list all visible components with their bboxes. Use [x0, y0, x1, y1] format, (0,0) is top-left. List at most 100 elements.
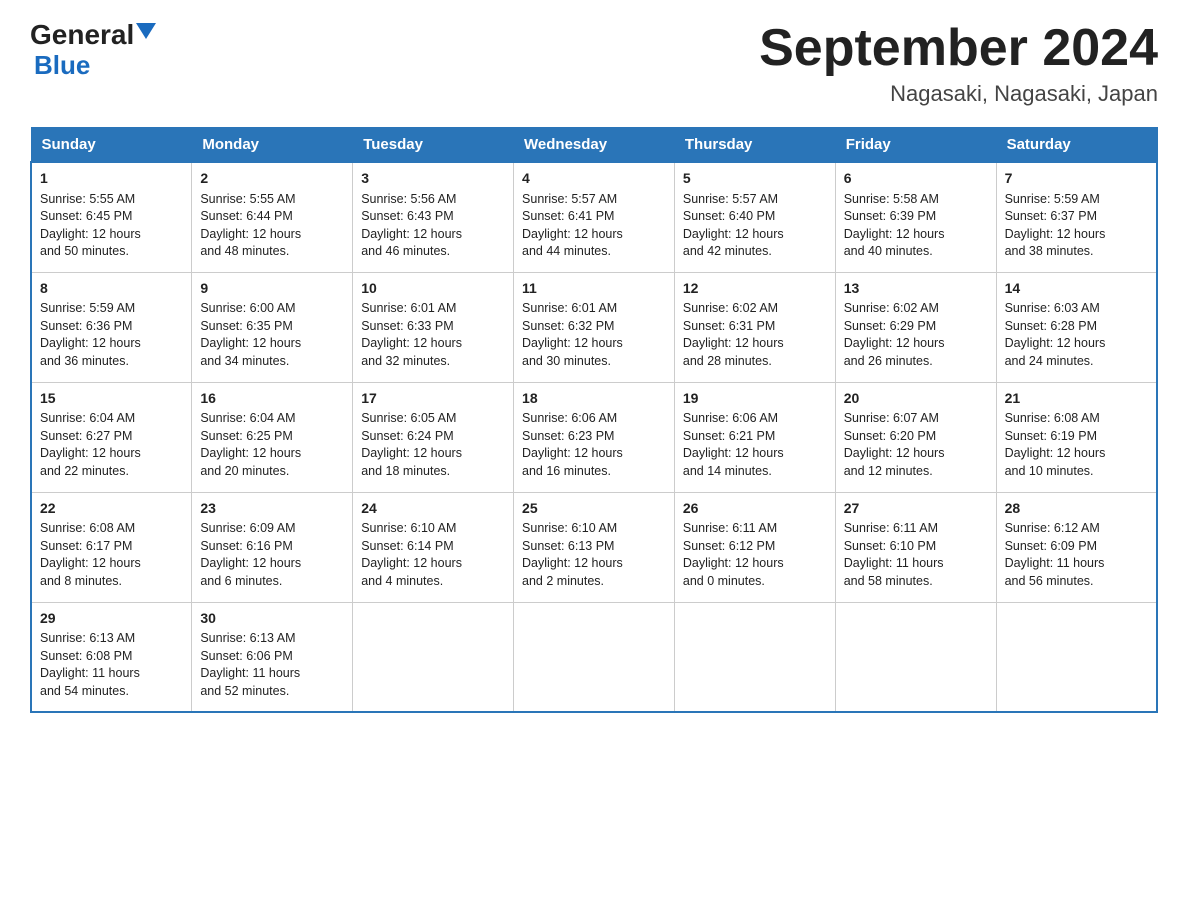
sunset-text: Sunset: 6:44 PM — [200, 209, 292, 223]
day-number: 27 — [844, 499, 988, 519]
sunset-text: Sunset: 6:39 PM — [844, 209, 936, 223]
logo-triangle-icon — [136, 23, 156, 39]
header-cell-tuesday: Tuesday — [353, 128, 514, 163]
day-number: 29 — [40, 609, 183, 629]
day-number: 3 — [361, 169, 505, 189]
daylight-text: Daylight: 11 hoursand 58 minutes. — [844, 556, 944, 588]
sunrise-text: Sunrise: 5:59 AM — [1005, 192, 1100, 206]
day-number: 21 — [1005, 389, 1148, 409]
daylight-text: Daylight: 12 hoursand 40 minutes. — [844, 227, 945, 259]
day-number: 15 — [40, 389, 183, 409]
sunset-text: Sunset: 6:14 PM — [361, 539, 453, 553]
calendar-table: SundayMondayTuesdayWednesdayThursdayFrid… — [30, 127, 1158, 713]
calendar-week-4: 22Sunrise: 6:08 AMSunset: 6:17 PMDayligh… — [31, 492, 1157, 602]
sunrise-text: Sunrise: 5:57 AM — [683, 192, 778, 206]
sunrise-text: Sunrise: 6:06 AM — [522, 411, 617, 425]
sunrise-text: Sunrise: 6:03 AM — [1005, 301, 1100, 315]
month-title: September 2024 — [759, 20, 1158, 77]
sunrise-text: Sunrise: 6:02 AM — [844, 301, 939, 315]
sunrise-text: Sunrise: 6:12 AM — [1005, 521, 1100, 535]
daylight-text: Daylight: 12 hoursand 16 minutes. — [522, 446, 623, 478]
daylight-text: Daylight: 12 hoursand 20 minutes. — [200, 446, 301, 478]
title-block: September 2024 Nagasaki, Nagasaki, Japan — [759, 20, 1158, 107]
day-number: 1 — [40, 169, 183, 189]
sunset-text: Sunset: 6:08 PM — [40, 649, 132, 663]
day-number: 7 — [1005, 169, 1148, 189]
daylight-text: Daylight: 12 hoursand 44 minutes. — [522, 227, 623, 259]
calendar-cell: 4 Sunrise: 5:57 AM Sunset: 6:41 PM Daylight… — [514, 162, 675, 272]
sunrise-text: Sunrise: 5:57 AM — [522, 192, 617, 206]
calendar-cell: 12Sunrise: 6:02 AMSunset: 6:31 PMDayligh… — [674, 272, 835, 382]
daylight-text: Daylight: 12 hoursand 8 minutes. — [40, 556, 141, 588]
day-number: 19 — [683, 389, 827, 409]
day-number: 20 — [844, 389, 988, 409]
sunset-text: Sunset: 6:28 PM — [1005, 319, 1097, 333]
sunrise-text: Sunrise: 6:08 AM — [1005, 411, 1100, 425]
calendar-cell: 24Sunrise: 6:10 AMSunset: 6:14 PMDayligh… — [353, 492, 514, 602]
daylight-text: Daylight: 12 hoursand 36 minutes. — [40, 336, 141, 368]
calendar-cell: 30Sunrise: 6:13 AMSunset: 6:06 PMDayligh… — [192, 602, 353, 712]
calendar-cell: 26Sunrise: 6:11 AMSunset: 6:12 PMDayligh… — [674, 492, 835, 602]
daylight-text: Daylight: 12 hoursand 46 minutes. — [361, 227, 462, 259]
day-number: 16 — [200, 389, 344, 409]
header-cell-friday: Friday — [835, 128, 996, 163]
day-number: 30 — [200, 609, 344, 629]
calendar-cell: 17Sunrise: 6:05 AMSunset: 6:24 PMDayligh… — [353, 382, 514, 492]
day-number: 11 — [522, 279, 666, 299]
calendar-cell: 16Sunrise: 6:04 AMSunset: 6:25 PMDayligh… — [192, 382, 353, 492]
daylight-text: Daylight: 12 hoursand 48 minutes. — [200, 227, 301, 259]
calendar-cell: 21Sunrise: 6:08 AMSunset: 6:19 PMDayligh… — [996, 382, 1157, 492]
sunrise-text: Sunrise: 6:10 AM — [522, 521, 617, 535]
calendar-body: 1 Sunrise: 5:55 AM Sunset: 6:45 PM Daylight… — [31, 162, 1157, 712]
day-number: 8 — [40, 279, 183, 299]
day-number: 23 — [200, 499, 344, 519]
header-cell-monday: Monday — [192, 128, 353, 163]
sunset-text: Sunset: 6:40 PM — [683, 209, 775, 223]
day-number: 4 — [522, 169, 666, 189]
sunset-text: Sunset: 6:45 PM — [40, 209, 132, 223]
day-number: 24 — [361, 499, 505, 519]
daylight-text: Daylight: 12 hoursand 10 minutes. — [1005, 446, 1106, 478]
calendar-cell: 3Sunrise: 5:56 AMSunset: 6:43 PMDaylight… — [353, 162, 514, 272]
location-title: Nagasaki, Nagasaki, Japan — [759, 81, 1158, 107]
sunset-text: Sunset: 6:27 PM — [40, 429, 132, 443]
sunset-text: Sunset: 6:25 PM — [200, 429, 292, 443]
sunrise-text: Sunrise: 5:58 AM — [844, 192, 939, 206]
sunrise-text: Sunrise: 6:13 AM — [200, 631, 295, 645]
calendar-cell: 28Sunrise: 6:12 AMSunset: 6:09 PMDayligh… — [996, 492, 1157, 602]
daylight-text: Daylight: 12 hoursand 24 minutes. — [1005, 336, 1106, 368]
daylight-text: Daylight: 12 hoursand 18 minutes. — [361, 446, 462, 478]
daylight-text: Daylight: 12 hoursand 14 minutes. — [683, 446, 784, 478]
calendar-week-2: 8Sunrise: 5:59 AMSunset: 6:36 PMDaylight… — [31, 272, 1157, 382]
logo-general: General — [30, 20, 134, 51]
day-number: 17 — [361, 389, 505, 409]
calendar-cell: 29 Sunrise: 6:13 AM Sunset: 6:08 PM Dayligh… — [31, 602, 192, 712]
daylight-text: Daylight: 12 hoursand 38 minutes. — [1005, 227, 1106, 259]
daylight-text: Daylight: 11 hoursand 54 minutes. — [40, 666, 140, 698]
header-cell-saturday: Saturday — [996, 128, 1157, 163]
sunrise-text: Sunrise: 5:55 AM — [200, 192, 295, 206]
sunset-text: Sunset: 6:35 PM — [200, 319, 292, 333]
calendar-cell: 11Sunrise: 6:01 AMSunset: 6:32 PMDayligh… — [514, 272, 675, 382]
sunset-text: Sunset: 6:41 PM — [522, 209, 614, 223]
sunrise-text: Sunrise: 6:06 AM — [683, 411, 778, 425]
sunrise-text: Sunrise: 6:02 AM — [683, 301, 778, 315]
calendar-cell — [674, 602, 835, 712]
calendar-header: SundayMondayTuesdayWednesdayThursdayFrid… — [31, 128, 1157, 163]
logo: General Blue — [30, 20, 156, 79]
daylight-text: Daylight: 11 hoursand 56 minutes. — [1005, 556, 1105, 588]
day-number: 10 — [361, 279, 505, 299]
header-row: SundayMondayTuesdayWednesdayThursdayFrid… — [31, 128, 1157, 163]
daylight-text: Daylight: 12 hoursand 26 minutes. — [844, 336, 945, 368]
daylight-text: Daylight: 12 hoursand 50 minutes. — [40, 227, 141, 259]
sunrise-text: Sunrise: 6:13 AM — [40, 631, 135, 645]
daylight-text: Daylight: 12 hoursand 32 minutes. — [361, 336, 462, 368]
calendar-week-5: 29 Sunrise: 6:13 AM Sunset: 6:08 PM Dayligh… — [31, 602, 1157, 712]
calendar-cell — [353, 602, 514, 712]
calendar-cell: 18Sunrise: 6:06 AMSunset: 6:23 PMDayligh… — [514, 382, 675, 492]
daylight-text: Daylight: 12 hoursand 4 minutes. — [361, 556, 462, 588]
sunset-text: Sunset: 6:21 PM — [683, 429, 775, 443]
day-number: 12 — [683, 279, 827, 299]
sunset-text: Sunset: 6:12 PM — [683, 539, 775, 553]
sunset-text: Sunset: 6:43 PM — [361, 209, 453, 223]
